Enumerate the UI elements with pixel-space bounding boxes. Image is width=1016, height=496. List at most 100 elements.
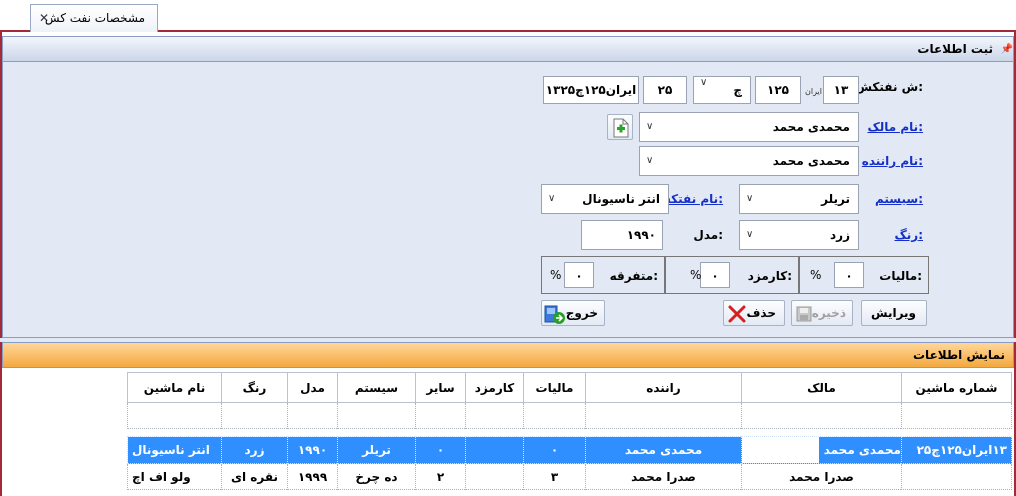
chevron-down-icon[interactable]: ∨ [548, 185, 555, 213]
chevron-down-icon[interactable]: ∨ [646, 147, 653, 175]
table-row[interactable]: صدرا محمد صدرا محمد ۳ ۲ ده چرخ ۱۹۹۹ نقره… [127, 463, 1012, 490]
misc-percent: % [550, 268, 562, 282]
form-panel-title: ثبت اطلاعات [917, 42, 993, 56]
cell-color[interactable]: زرد [221, 436, 288, 464]
exit-button[interactable]: خروج [541, 300, 605, 326]
display-panel-header[interactable]: نمایش اطلاعات [2, 342, 1014, 368]
add-file-icon [613, 118, 629, 138]
model-field[interactable]: ۱۹۹۰ [581, 220, 663, 250]
misc-label: متفرقه: [609, 269, 658, 283]
commission-group: کارمزد: ۰ % [665, 256, 799, 294]
plate-label: ش نفتکش: [855, 80, 923, 94]
column-header[interactable]: نام ماشین [127, 372, 222, 403]
cell-commission[interactable] [465, 463, 524, 490]
delete-button[interactable]: حذف [723, 300, 785, 326]
cell-owner[interactable]: صدرا محمد [741, 463, 902, 490]
column-header[interactable]: مالیات [523, 372, 586, 403]
cell-owner[interactable]: محمدی محمد [741, 436, 902, 464]
cell-model[interactable]: ۱۹۹۰ [287, 436, 338, 464]
cell-owner-value: محمدی محمد [819, 437, 901, 463]
system-label-link[interactable]: سیستم: [875, 192, 923, 206]
column-header[interactable]: سایر [415, 372, 466, 403]
display-panel-title: نمایش اطلاعات [913, 348, 1005, 362]
column-header[interactable]: سیستم [337, 372, 416, 403]
driver-label-link[interactable]: نام راننده: [862, 154, 923, 168]
tanker-name-select[interactable]: ∨ انتر ناسیونال [541, 184, 669, 214]
color-select[interactable]: ∨ زرد [739, 220, 859, 250]
column-header[interactable]: رنگ [221, 372, 288, 403]
plate-letter-value: چ [733, 83, 742, 97]
tax-label: مالیات: [879, 269, 922, 283]
cell-system[interactable]: تریلر [337, 436, 416, 464]
column-header[interactable]: راننده [585, 372, 742, 403]
column-header[interactable]: شماره ماشین [901, 372, 1012, 403]
owner-select[interactable]: ∨ محمدی محمد [639, 112, 859, 142]
plate-full-display: ۱۳ایران۱۲۵چ۲۵ [543, 76, 639, 104]
chevron-down-icon[interactable]: ∨ [746, 221, 753, 249]
edit-button-label: ویرایش [870, 306, 916, 320]
cell-driver[interactable]: محمدی محمد [585, 436, 742, 464]
data-grid: شماره ماشین مالک راننده مالیات کارمزد سا… [2, 368, 1014, 494]
system-select[interactable]: ∨ تریلر [739, 184, 859, 214]
tab-tanker-specs[interactable]: ✕ مشخصات نفت کش [30, 4, 158, 32]
column-header[interactable]: مدل [287, 372, 338, 403]
plate-two-digit-field[interactable]: ۲۵ [643, 76, 687, 104]
cell-commission[interactable] [465, 436, 524, 464]
color-value: زرد [830, 228, 850, 242]
cell-model[interactable]: ۱۹۹۹ [287, 463, 338, 490]
owner-label-link[interactable]: نام مالک: [867, 120, 923, 134]
cell-driver[interactable]: صدرا محمد [585, 463, 742, 490]
chevron-down-icon[interactable]: ∨ [646, 113, 653, 141]
misc-group: متفرقه: ۰ % [541, 256, 665, 294]
commission-field[interactable]: ۰ [700, 262, 730, 288]
tax-field[interactable]: ۰ [834, 262, 864, 288]
pin-icon[interactable]: 📌 [1001, 44, 1013, 55]
column-header[interactable]: مالک [741, 372, 902, 403]
cell-editor[interactable] [742, 437, 819, 463]
add-owner-button[interactable] [607, 114, 633, 140]
exit-icon [544, 305, 565, 324]
exit-button-label: خروج [565, 306, 598, 320]
chevron-down-icon[interactable]: ∨ [746, 185, 753, 213]
commission-label: کارمزد: [747, 269, 792, 283]
table-header-row: شماره ماشین مالک راننده مالیات کارمزد سا… [127, 372, 1012, 403]
system-value: تریلر [821, 192, 850, 206]
cell-color[interactable]: نقره ای [221, 463, 288, 490]
save-button-label: ذخیره [811, 306, 846, 320]
records-table: شماره ماشین مالک راننده مالیات کارمزد سا… [127, 372, 1012, 490]
cell-misc[interactable]: ۰ [415, 436, 466, 464]
table-row-selected[interactable]: ۱۳ایران۱۲۵چ۲۵ محمدی محمد محمدی محمد ۰ ۰ … [127, 436, 1012, 464]
plate-code-field[interactable]: ۱۳ [823, 76, 859, 104]
tax-percent: % [810, 268, 822, 282]
model-label: مدل: [693, 228, 723, 242]
new-row-placeholder[interactable] [127, 402, 1012, 429]
cell-plate[interactable] [901, 463, 1012, 490]
row-spacer [128, 429, 1012, 437]
cell-plate[interactable]: ۱۳ایران۱۲۵چ۲۵ [901, 436, 1012, 464]
chevron-down-icon[interactable]: ∨ [700, 77, 707, 88]
commission-percent: % [690, 268, 702, 282]
misc-field[interactable]: ۰ [564, 262, 594, 288]
cell-vehicle-name[interactable]: ولو اف اچ [127, 463, 222, 490]
save-button[interactable]: ذخیره [791, 300, 853, 326]
cell-system[interactable]: ده چرخ [337, 463, 416, 490]
cell-tax[interactable]: ۰ [523, 436, 586, 464]
delete-x-icon [728, 305, 746, 323]
cell-misc[interactable]: ۲ [415, 463, 466, 490]
driver-select[interactable]: ∨ محمدی محمد [639, 146, 859, 176]
delete-button-label: حذف [746, 306, 776, 320]
form-panel-header[interactable]: 📌 ثبت اطلاعات [2, 36, 1014, 62]
tab-bar: ✕ مشخصات نفت کش [0, 0, 1016, 32]
tab-label: مشخصات نفت کش [44, 11, 145, 25]
edit-button[interactable]: ویرایش [861, 300, 927, 326]
column-header[interactable]: کارمزد [465, 372, 524, 403]
color-label-link[interactable]: رنگ: [894, 228, 923, 242]
plate-three-digit-field[interactable]: ۱۲۵ [755, 76, 801, 104]
driver-value: محمدی محمد [772, 154, 850, 168]
cell-vehicle-name[interactable]: انتر ناسیونال [127, 436, 222, 464]
cell-tax[interactable]: ۳ [523, 463, 586, 490]
tax-group: مالیات: ۰ % [799, 256, 929, 294]
owner-value: محمدی محمد [772, 120, 850, 134]
tanker-name-value: انتر ناسیونال [582, 192, 660, 206]
plate-letter-select[interactable]: ∨ چ [693, 76, 751, 104]
